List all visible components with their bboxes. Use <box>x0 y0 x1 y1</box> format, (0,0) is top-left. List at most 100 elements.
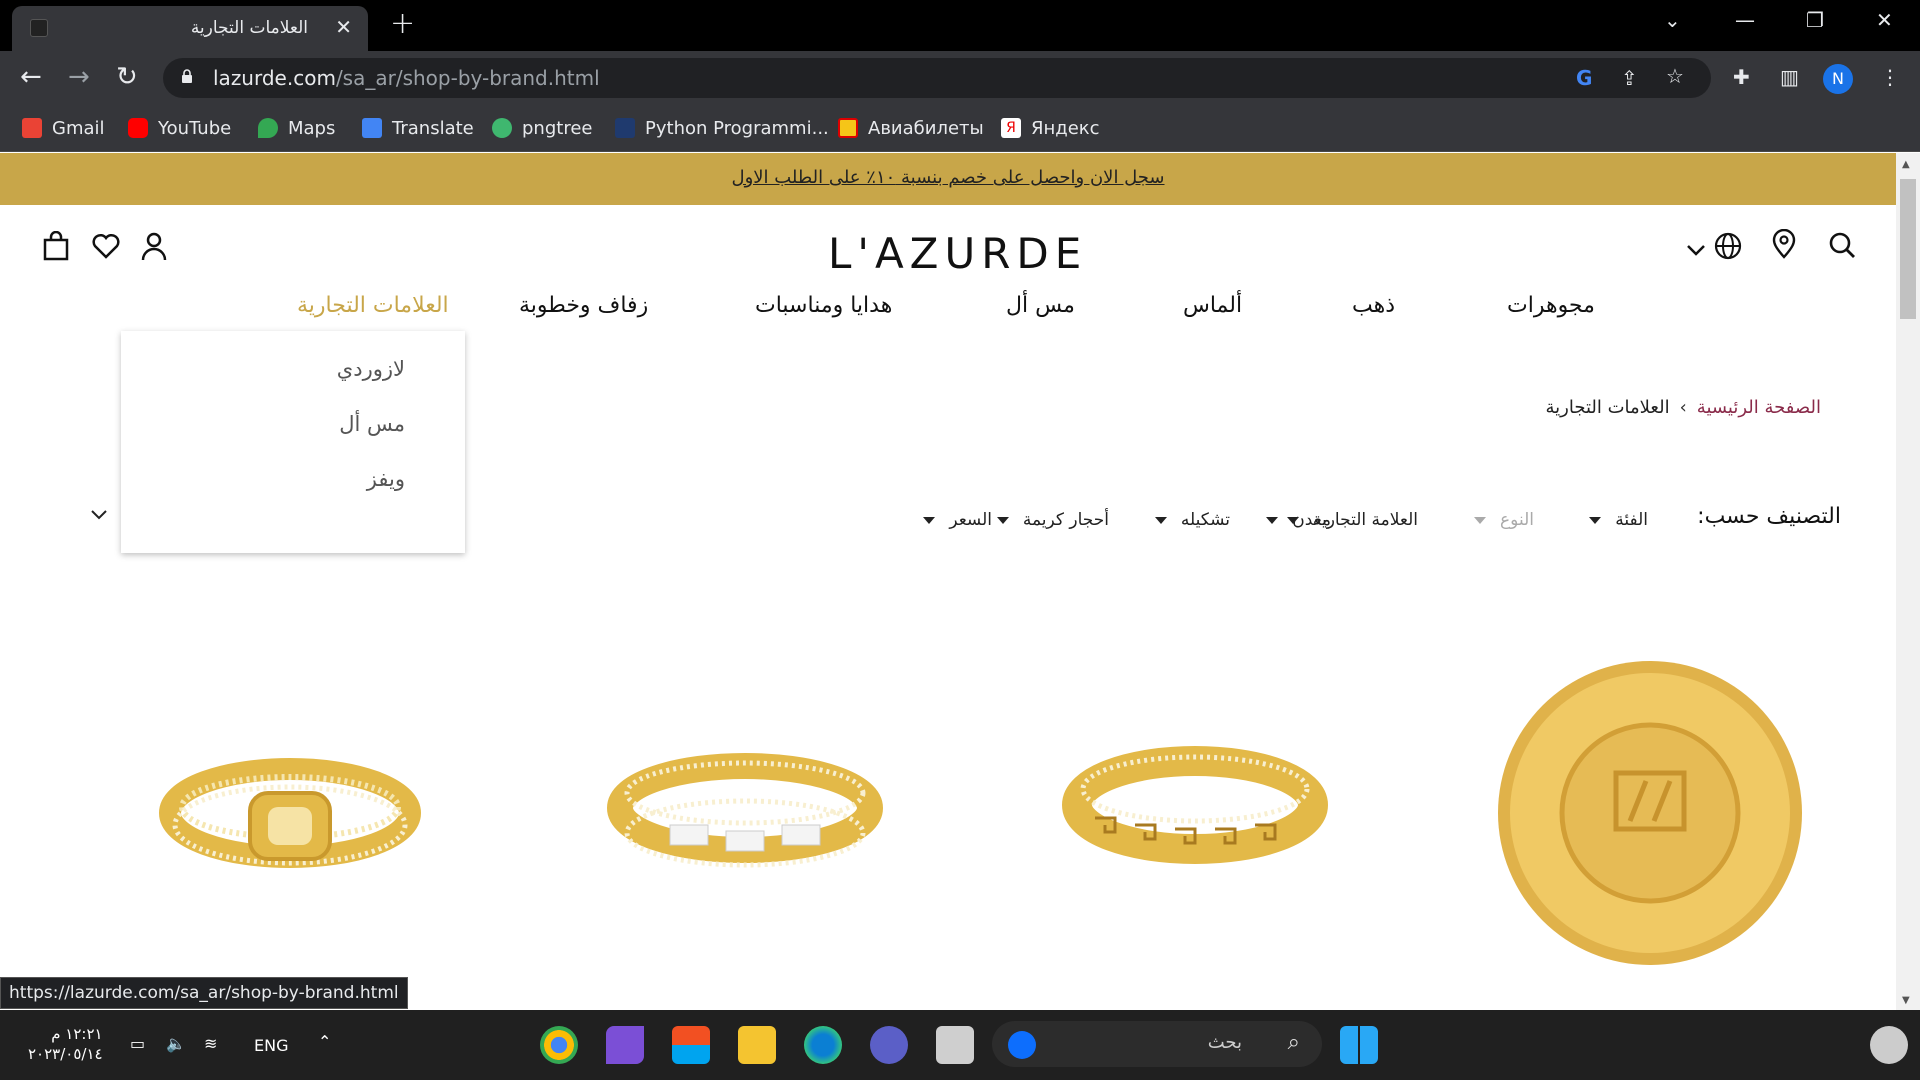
google-icon[interactable]: G <box>1576 66 1592 90</box>
product-card-baguette-ring[interactable] <box>530 593 950 1010</box>
nav-jewelry[interactable]: مجوهرات <box>1507 293 1595 318</box>
site-logo[interactable]: L'AZURDE <box>828 229 1087 278</box>
scroll-down-arrow-icon[interactable]: ▼ <box>1902 995 1910 1006</box>
bookmark-aviabilety[interactable]: Авиабилеты <box>838 115 984 141</box>
taskbar-task-view-icon[interactable] <box>936 1026 974 1064</box>
filter-price[interactable]: السعر <box>923 510 992 530</box>
filter-collection[interactable]: تشكيله <box>1154 510 1230 530</box>
tab-search-chevron-icon[interactable]: ⌄ <box>1664 8 1681 32</box>
site-favicon-icon <box>30 19 48 37</box>
side-panel-icon[interactable]: ▥ <box>1780 65 1799 89</box>
dropdown-item-miss-l[interactable]: مس أل <box>339 412 405 436</box>
product-card-greek-key-ring[interactable] <box>985 593 1405 1010</box>
bookmark-python[interactable]: Python Programmi... <box>615 115 829 141</box>
forward-button[interactable]: → <box>68 62 90 92</box>
taskbar-store-icon[interactable] <box>672 1026 710 1064</box>
battery-icon[interactable]: ▭ <box>130 1034 145 1053</box>
bookmark-translate[interactable]: Translate <box>362 115 474 141</box>
weather-widget-icon[interactable] <box>1870 1026 1908 1064</box>
url-domain: lazurde.com <box>213 66 336 90</box>
bing-icon <box>1008 1031 1036 1059</box>
taskbar-edge-icon[interactable] <box>804 1026 842 1064</box>
filter-gemstones[interactable]: أحجار كريمة <box>996 510 1109 530</box>
url-path: /sa_ar/shop-by-brand.html <box>335 66 600 90</box>
taskbar-teams-chat-icon[interactable] <box>870 1026 908 1064</box>
back-button[interactable]: ← <box>20 62 42 92</box>
page-scrollbar[interactable]: ▲ ▼ <box>1896 153 1920 1010</box>
collapse-chevron-icon[interactable] <box>90 505 108 526</box>
new-tab-button[interactable]: + <box>390 6 415 41</box>
bookmark-youtube[interactable]: YouTube <box>128 115 231 141</box>
nav-miss-l[interactable]: مس أل <box>1006 293 1075 318</box>
promo-banner[interactable]: سجل الان واحصل على خصم بنسبة ١٠٪ على الط… <box>0 153 1896 205</box>
caret-down-icon <box>1589 516 1602 524</box>
nav-diamond[interactable]: ألماس <box>1183 293 1242 318</box>
filter-type[interactable]: النوع <box>1474 510 1534 530</box>
taskbar-chrome-icon[interactable] <box>540 1026 578 1064</box>
scrollbar-thumb[interactable] <box>1900 179 1916 319</box>
nav-gifts-occasions[interactable]: هدايا ومناسبات <box>755 293 892 318</box>
bookmark-star-icon[interactable]: ☆ <box>1666 64 1684 88</box>
close-window-button[interactable]: ✕ <box>1876 8 1893 32</box>
input-language[interactable]: ENG <box>254 1036 288 1055</box>
gmail-icon <box>22 118 42 138</box>
search-icon[interactable] <box>1828 231 1856 266</box>
nav-brands[interactable]: العلامات التجارية <box>297 293 449 318</box>
saudi-gold-coin-image <box>1498 661 1802 965</box>
tab-close-icon[interactable]: ✕ <box>335 15 352 39</box>
show-hidden-icons-chevron-icon[interactable]: ⌃ <box>318 1032 331 1051</box>
breadcrumb: الصفحة الرئيسية › العلامات التجارية <box>1546 397 1821 418</box>
product-card-buckle-ring[interactable] <box>70 593 490 1010</box>
profile-avatar[interactable]: N <box>1823 64 1853 94</box>
dropdown-item-lazurde[interactable]: لازوردي <box>337 357 405 381</box>
taskbar-search-box[interactable]: بحث ⌕ <box>992 1021 1322 1067</box>
tab-title: العلامات التجارية <box>190 18 308 38</box>
breadcrumb-home[interactable]: الصفحة الرئيسية <box>1697 397 1821 418</box>
address-bar[interactable]: lazurde.com/sa_ar/shop-by-brand.html G ⇪… <box>163 58 1711 98</box>
scroll-up-arrow-icon[interactable]: ▲ <box>1902 159 1910 170</box>
sort-by-label: التصنيف حسب: <box>1697 504 1841 529</box>
filter-metal[interactable]: معدن <box>1266 510 1331 530</box>
menu-icon[interactable]: ⋮ <box>1880 65 1900 89</box>
filter-category[interactable]: الفئة <box>1589 510 1648 530</box>
restore-button[interactable]: ❐ <box>1806 8 1824 32</box>
location-pin-icon[interactable] <box>1771 228 1797 266</box>
pngtree-icon <box>492 118 512 138</box>
breadcrumb-current: العلامات التجارية <box>1545 397 1670 418</box>
brands-dropdown-menu: لازوردي مس أل ويفز <box>121 331 465 553</box>
browser-tab-strip: العلامات التجارية ✕ + ⌄ — ❐ ✕ <box>0 0 1920 51</box>
taskbar-file-explorer-icon[interactable] <box>738 1026 776 1064</box>
wishlist-heart-icon[interactable] <box>92 233 120 266</box>
windows-taskbar: ١٢:٢١ م ٢٠٢٣/٠٥/١٤ ▭ 🔈 ≋ ENG ⌃ بحث ⌕ <box>0 1010 1920 1080</box>
bookmark-pngtree[interactable]: pngtree <box>492 115 592 141</box>
aviabilety-icon <box>838 118 858 138</box>
bookmark-yandex[interactable]: Я Яндекс <box>1001 115 1100 141</box>
taskbar-clock[interactable]: ١٢:٢١ م ٢٠٢٣/٠٥/١٤ <box>28 1024 103 1064</box>
reload-button[interactable]: ↻ <box>116 62 138 92</box>
baguette-ring-image <box>607 753 883 868</box>
breadcrumb-separator: › <box>1679 397 1687 418</box>
bookmarks-bar: Gmail YouTube Maps Translate pngtree Pyt… <box>0 104 1920 152</box>
bookmark-maps[interactable]: Maps <box>258 115 335 141</box>
browser-toolbar: ← → ↻ lazurde.com/sa_ar/shop-by-brand.ht… <box>0 51 1920 104</box>
extensions-icon[interactable]: ✚ <box>1733 65 1750 89</box>
product-card-gold-coin[interactable] <box>1440 593 1860 1010</box>
bookmark-gmail[interactable]: Gmail <box>22 115 105 141</box>
volume-icon[interactable]: 🔈 <box>166 1034 186 1053</box>
nav-gold[interactable]: ذهب <box>1352 293 1395 318</box>
globe-language-icon[interactable] <box>1713 231 1743 268</box>
wifi-icon[interactable]: ≋ <box>204 1034 217 1053</box>
dropdown-item-waves[interactable]: ويفز <box>367 467 405 491</box>
promo-text[interactable]: سجل الان واحصل على خصم بنسبة ١٠٪ على الط… <box>0 167 1896 188</box>
browser-tab[interactable]: العلامات التجارية ✕ <box>12 6 368 51</box>
shopping-bag-icon[interactable] <box>42 230 70 268</box>
python-icon <box>615 118 635 138</box>
share-icon[interactable]: ⇪ <box>1621 66 1638 90</box>
start-windows-icon[interactable] <box>1340 1026 1378 1064</box>
minimize-button[interactable]: — <box>1735 8 1755 32</box>
account-user-icon[interactable] <box>141 231 167 268</box>
link-status-bubble: https://lazurde.com/sa_ar/shop-by-brand.… <box>0 977 408 1009</box>
nav-wedding-engagement[interactable]: زفاف وخطوبة <box>519 293 648 318</box>
chevron-down-icon[interactable] <box>1686 235 1706 265</box>
taskbar-visual-studio-icon[interactable] <box>606 1026 644 1064</box>
